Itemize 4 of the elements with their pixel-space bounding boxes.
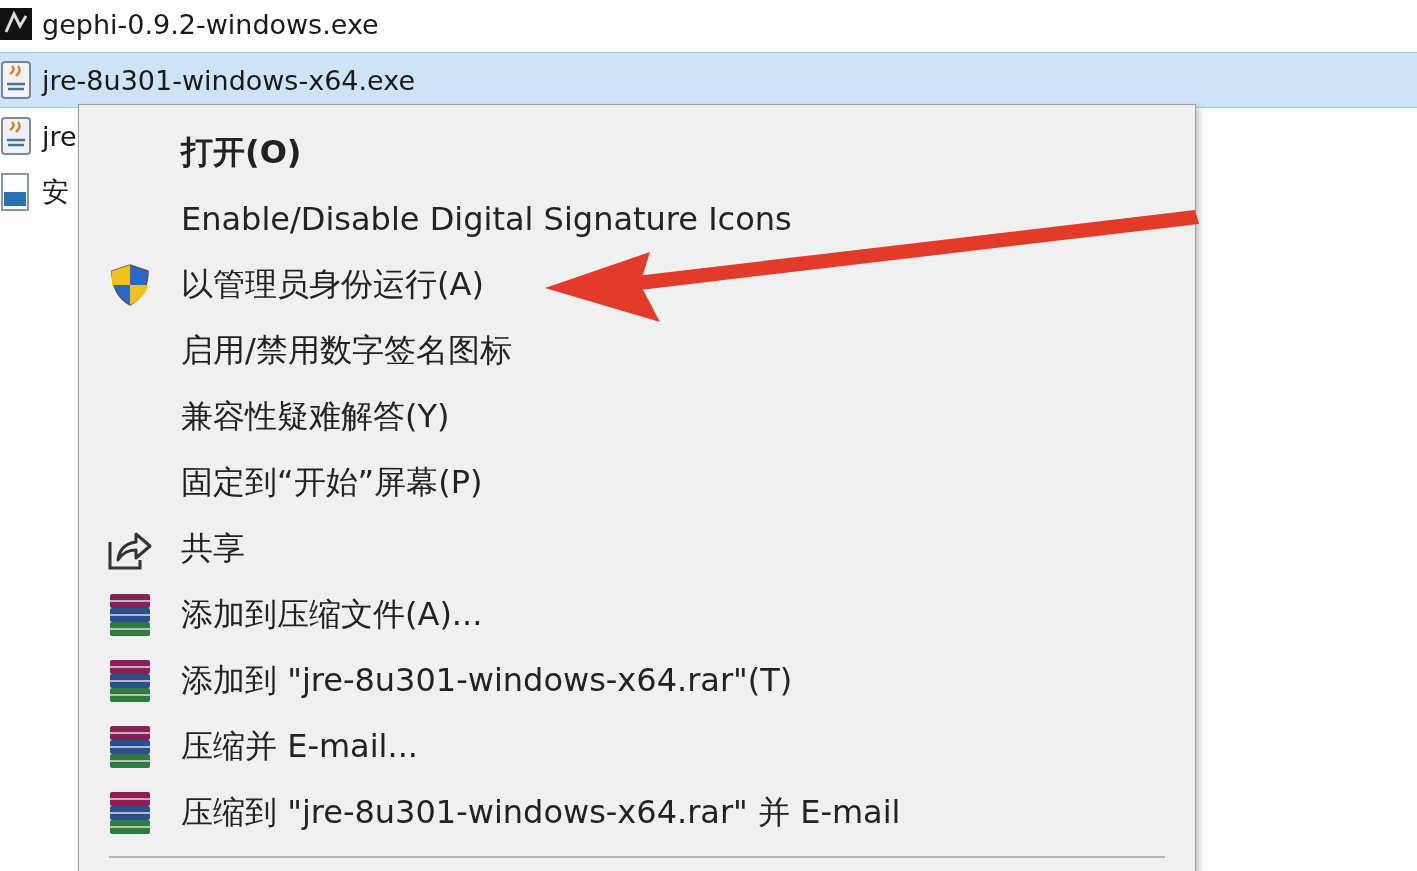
- file-name: jre: [42, 120, 77, 152]
- file-name: 安: [42, 175, 69, 209]
- file-name: gephi-0.9.2-windows.exe: [42, 8, 379, 40]
- file-name: jre-8u301-windows-x64.exe: [42, 64, 415, 96]
